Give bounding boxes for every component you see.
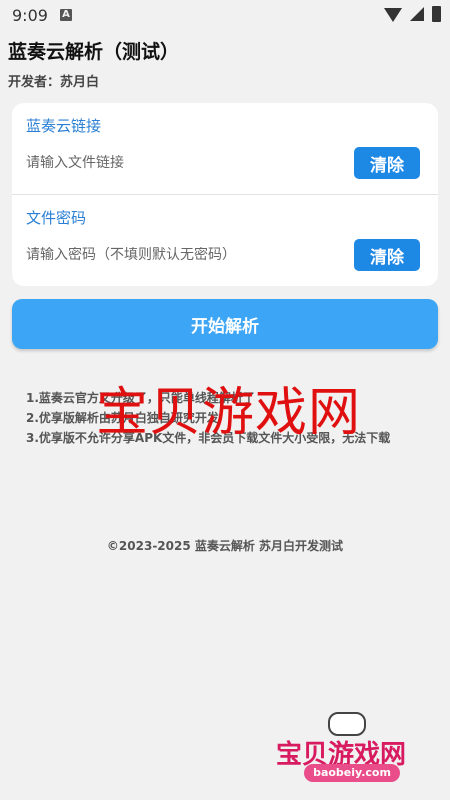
start-parse-button[interactable]: 开始解析 xyxy=(12,299,438,349)
page-title: 蓝奏云解析（测试） xyxy=(8,41,180,63)
copyright-text: ©2023-2025 蓝奏云解析 苏月白开发测试 xyxy=(106,539,344,553)
link-input[interactable] xyxy=(26,155,346,171)
password-input[interactable] xyxy=(26,247,346,263)
notification-a-icon: A xyxy=(60,9,72,21)
watermark-text: 宝贝游戏网 xyxy=(96,383,362,443)
password-field-label: 文件密码 xyxy=(26,209,87,227)
corner-logo-url: baobeiy.com xyxy=(304,764,400,782)
battery-icon xyxy=(432,6,441,22)
field-divider xyxy=(12,194,438,195)
wifi-icon xyxy=(384,8,402,22)
link-field-label: 蓝奏云链接 xyxy=(26,117,102,135)
gamepad-icon xyxy=(328,712,366,736)
signal-icon xyxy=(410,7,424,21)
corner-logo: 宝贝游戏网 baobeiy.com xyxy=(270,712,450,792)
input-card: 蓝奏云链接 清除 文件密码 清除 xyxy=(12,103,438,286)
link-clear-button[interactable]: 清除 xyxy=(354,147,420,179)
status-bar: 9:09 A xyxy=(0,0,450,32)
status-time: 9:09 xyxy=(12,6,48,25)
password-clear-button[interactable]: 清除 xyxy=(354,239,420,271)
developer-label: 开发者：苏月白 xyxy=(8,75,100,90)
